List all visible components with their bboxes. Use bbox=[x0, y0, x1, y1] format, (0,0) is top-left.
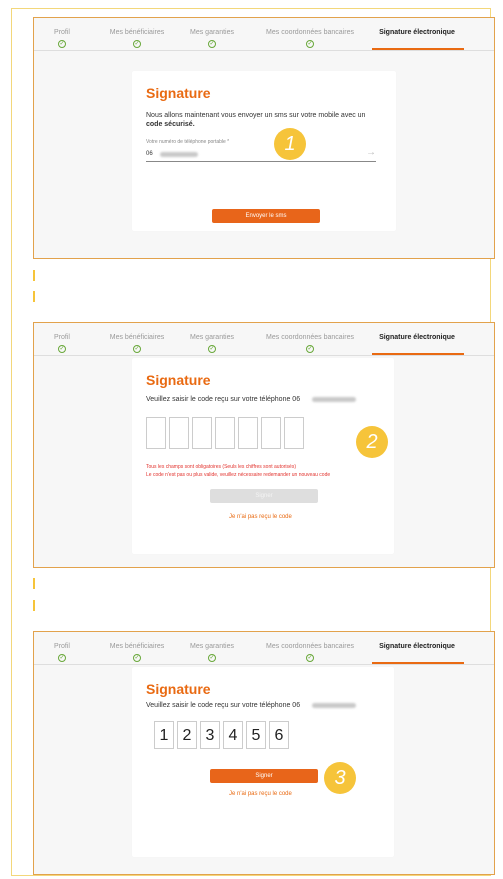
phone-prefix: 06 bbox=[146, 151, 153, 157]
check-circle-icon: ✓ bbox=[208, 40, 216, 48]
progress-tabs: Profil ✓ Mes bénéficiaires ✓ Mes garanti… bbox=[34, 323, 494, 356]
check-circle-icon: ✓ bbox=[133, 654, 141, 662]
phone-number-redacted bbox=[312, 397, 356, 402]
step1-panel: Profil ✓ Mes bénéficiaires ✓ Mes garanti… bbox=[33, 17, 495, 259]
step-badge-1: 1 bbox=[274, 128, 306, 160]
check-circle-icon: ✓ bbox=[306, 345, 314, 353]
code-not-received-link[interactable]: Je n'ai pas reçu le code bbox=[229, 791, 292, 797]
check-circle-icon: ✓ bbox=[58, 654, 66, 662]
code-input-group: 1 2 3 4 5 6 bbox=[154, 721, 292, 749]
check-circle-icon: ✓ bbox=[133, 40, 141, 48]
tab-beneficiaires[interactable]: Mes bénéficiaires bbox=[110, 29, 164, 36]
card-title: Signature bbox=[146, 85, 211, 101]
tab-coordonnees-bancaires[interactable]: Mes coordonnées bancaires bbox=[266, 29, 354, 36]
signature-card: Signature Nous allons maintenant vous en… bbox=[132, 71, 396, 231]
code-instruction: Veuillez saisir le code reçu sur votre t… bbox=[146, 396, 301, 403]
step-badge-2: 2 bbox=[356, 426, 388, 458]
code-digit-input[interactable] bbox=[215, 417, 235, 449]
step2-panel: Profil ✓ Mes bénéficiaires ✓ Mes garanti… bbox=[33, 322, 495, 568]
tab-coordonnees-bancaires[interactable]: Mes coordonnées bancaires bbox=[266, 334, 354, 341]
tab-profil[interactable]: Profil bbox=[54, 643, 70, 650]
connector-line bbox=[33, 270, 35, 281]
signature-card: Signature Veuillez saisir le code reçu s… bbox=[132, 358, 394, 554]
intro-text: Nous allons maintenant vous envoyer un s… bbox=[146, 112, 366, 119]
error-message-invalid: Le code n'est pas ou plus valide, veuill… bbox=[146, 472, 331, 478]
tab-signature[interactable]: Signature électronique bbox=[379, 29, 455, 36]
active-tab-underline bbox=[372, 662, 464, 664]
intro-text-2: code sécurisé. bbox=[146, 121, 195, 128]
check-circle-icon: ✓ bbox=[133, 345, 141, 353]
code-digit-input[interactable]: 4 bbox=[223, 721, 243, 749]
tab-signature[interactable]: Signature électronique bbox=[379, 334, 455, 341]
check-circle-icon: ✓ bbox=[208, 654, 216, 662]
check-circle-icon: ✓ bbox=[58, 40, 66, 48]
tab-coordonnees-bancaires[interactable]: Mes coordonnées bancaires bbox=[266, 643, 354, 650]
signature-card: Signature Veuillez saisir le code reçu s… bbox=[132, 667, 394, 857]
sign-button[interactable]: Signer bbox=[210, 489, 318, 503]
connector-line bbox=[33, 578, 35, 589]
code-digit-input[interactable] bbox=[146, 417, 166, 449]
sign-button[interactable]: Signer bbox=[210, 769, 318, 783]
arrow-right-icon[interactable]: → bbox=[366, 147, 376, 158]
phone-number-redacted bbox=[312, 703, 356, 708]
card-title: Signature bbox=[146, 681, 211, 697]
check-circle-icon: ✓ bbox=[306, 654, 314, 662]
step3-panel: Profil ✓ Mes bénéficiaires ✓ Mes garanti… bbox=[33, 631, 495, 875]
error-message-required: Tous les champs sont obligatoires (Seuls… bbox=[146, 464, 296, 470]
send-sms-button[interactable]: Envoyer le sms bbox=[212, 209, 320, 223]
code-digit-input[interactable] bbox=[238, 417, 258, 449]
tab-profil[interactable]: Profil bbox=[54, 334, 70, 341]
code-digit-input[interactable]: 1 bbox=[154, 721, 174, 749]
code-digit-input[interactable] bbox=[261, 417, 281, 449]
tab-signature[interactable]: Signature électronique bbox=[379, 643, 455, 650]
phone-number-redacted bbox=[160, 152, 198, 157]
code-digit-input[interactable]: 2 bbox=[177, 721, 197, 749]
connector-line bbox=[33, 291, 35, 302]
progress-tabs: Profil ✓ Mes bénéficiaires ✓ Mes garanti… bbox=[34, 18, 494, 51]
check-circle-icon: ✓ bbox=[208, 345, 216, 353]
step-badge-3: 3 bbox=[324, 762, 356, 794]
code-digit-input[interactable]: 3 bbox=[200, 721, 220, 749]
tab-garanties[interactable]: Mes garanties bbox=[190, 334, 234, 341]
phone-input[interactable] bbox=[146, 161, 376, 162]
tab-beneficiaires[interactable]: Mes bénéficiaires bbox=[110, 334, 164, 341]
tab-garanties[interactable]: Mes garanties bbox=[190, 643, 234, 650]
code-input-group bbox=[146, 417, 307, 449]
code-not-received-link[interactable]: Je n'ai pas reçu le code bbox=[229, 514, 292, 520]
card-title: Signature bbox=[146, 372, 211, 388]
active-tab-underline bbox=[372, 353, 464, 355]
phone-label: Votre numéro de téléphone portable * bbox=[146, 139, 230, 145]
code-instruction: Veuillez saisir le code reçu sur votre t… bbox=[146, 702, 301, 709]
check-circle-icon: ✓ bbox=[306, 40, 314, 48]
tab-garanties[interactable]: Mes garanties bbox=[190, 29, 234, 36]
code-digit-input[interactable]: 6 bbox=[269, 721, 289, 749]
code-digit-input[interactable] bbox=[284, 417, 304, 449]
connector-line bbox=[33, 600, 35, 611]
code-digit-input[interactable] bbox=[169, 417, 189, 449]
code-digit-input[interactable] bbox=[192, 417, 212, 449]
progress-tabs: Profil ✓ Mes bénéficiaires ✓ Mes garanti… bbox=[34, 632, 494, 665]
check-circle-icon: ✓ bbox=[58, 345, 66, 353]
code-digit-input[interactable]: 5 bbox=[246, 721, 266, 749]
tab-profil[interactable]: Profil bbox=[54, 29, 70, 36]
active-tab-underline bbox=[372, 48, 464, 50]
tab-beneficiaires[interactable]: Mes bénéficiaires bbox=[110, 643, 164, 650]
